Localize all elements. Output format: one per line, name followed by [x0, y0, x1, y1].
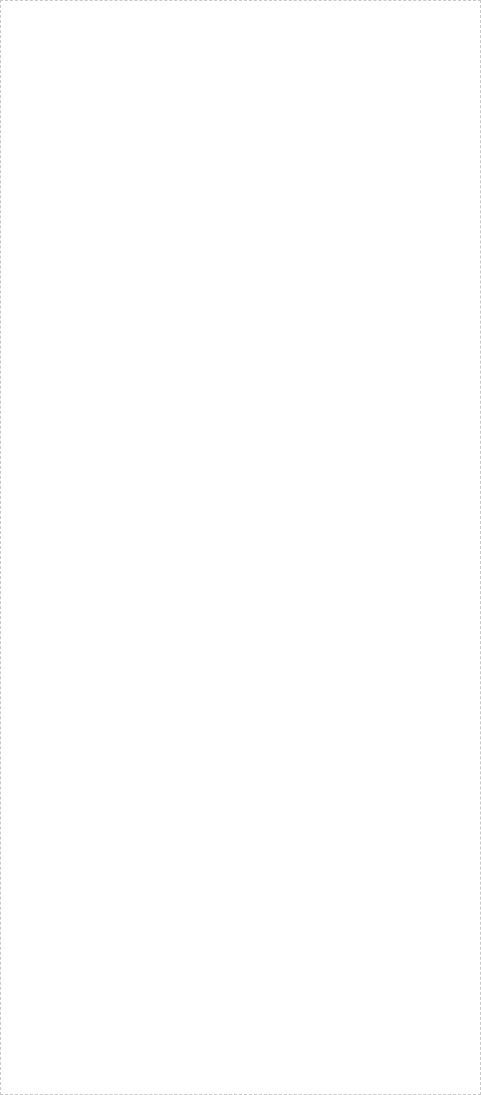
screen: [0, 0, 481, 1095]
